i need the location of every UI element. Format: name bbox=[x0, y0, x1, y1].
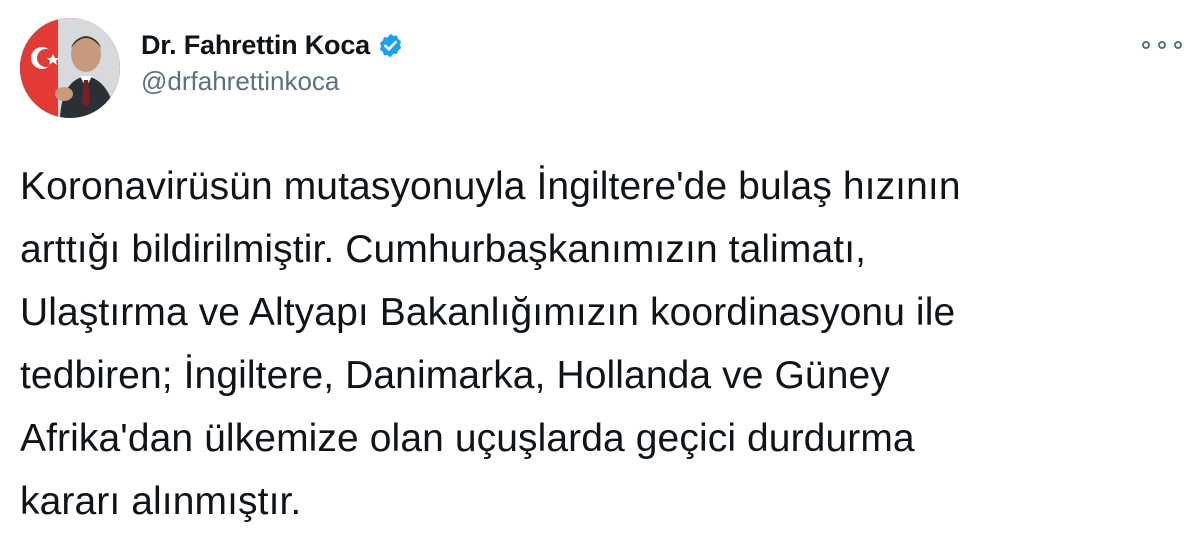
tweet-card: Dr. Fahrettin Koca @drfahrettinkoca Koro… bbox=[0, 0, 1200, 548]
display-name[interactable]: Dr. Fahrettin Koca bbox=[141, 30, 370, 61]
profile-photo bbox=[20, 18, 120, 118]
user-handle[interactable]: @drfahrettinkoca bbox=[141, 66, 404, 97]
more-dot bbox=[1174, 41, 1182, 49]
tweet-text: Koronavirüsün mutasyonuyla İngiltere'de … bbox=[20, 165, 961, 523]
more-dot bbox=[1158, 41, 1166, 49]
name-row: Dr. Fahrettin Koca bbox=[141, 28, 404, 62]
more-dot bbox=[1142, 41, 1150, 49]
avatar[interactable] bbox=[20, 18, 120, 118]
more-options-icon[interactable] bbox=[1142, 34, 1182, 56]
verified-badge-icon bbox=[377, 32, 404, 59]
author-block: Dr. Fahrettin Koca @drfahrettinkoca bbox=[141, 28, 404, 97]
